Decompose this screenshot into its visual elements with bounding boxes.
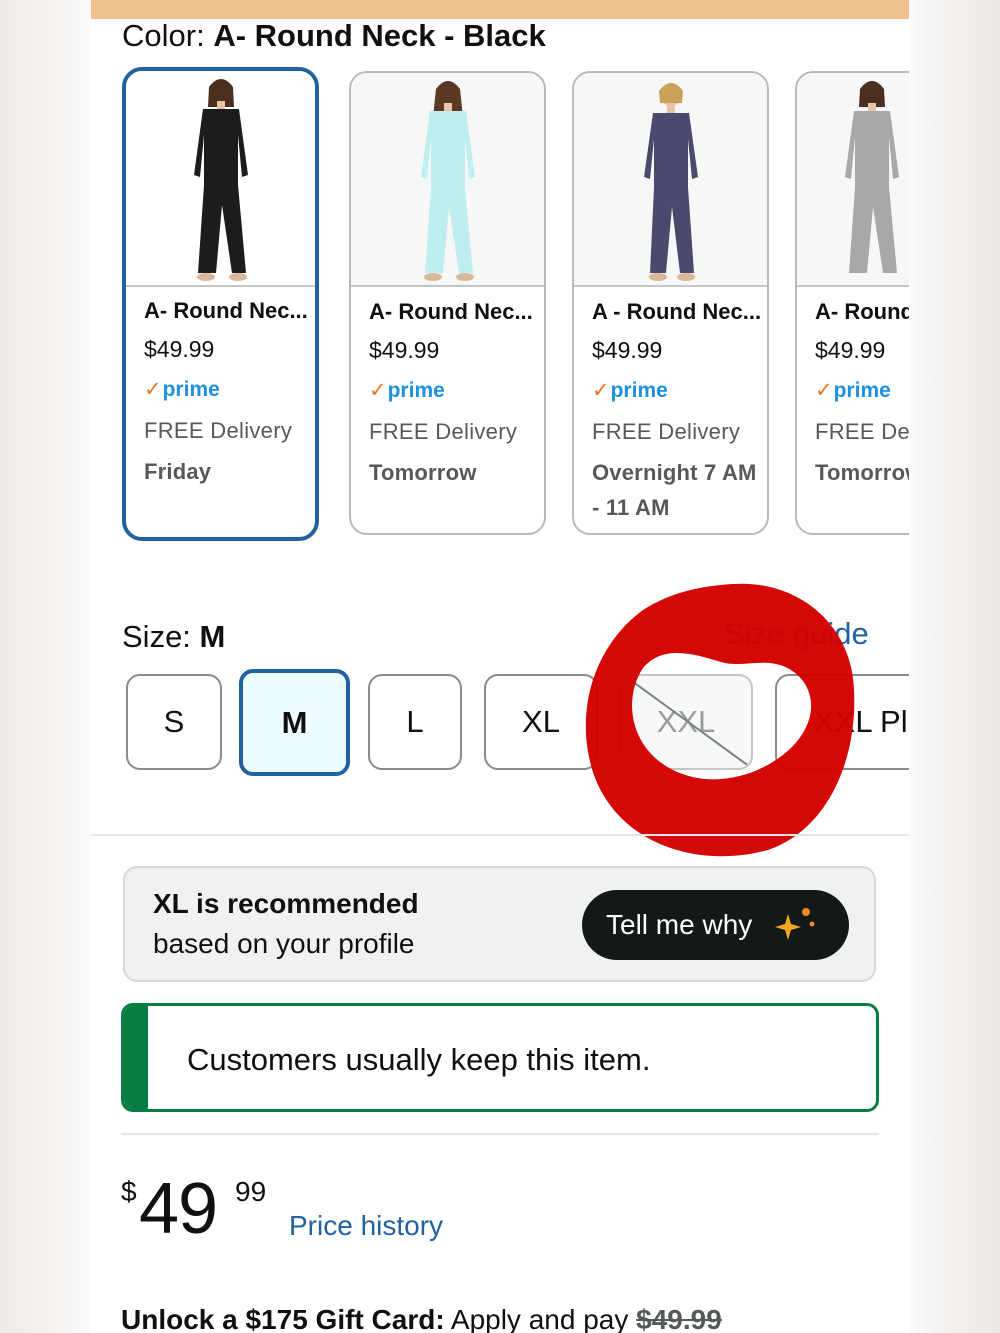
size-button-xl[interactable]: XL: [484, 674, 598, 770]
size-button-xxl-plus[interactable]: XXL Pl: [775, 674, 909, 770]
size-guide-link[interactable]: Size guide: [724, 616, 869, 652]
swatch-price: $49.99: [144, 336, 215, 362]
swatch-delivery-day: Tomorrow: [815, 460, 909, 485]
pajama-figure-icon: [193, 79, 248, 281]
keep-notice-accent-bar: [124, 1006, 148, 1109]
prime-badge: ✓prime: [592, 378, 761, 403]
color-swatch-aqua[interactable]: A- Round Nec... $49.99 ✓prime FREE Deliv…: [349, 71, 546, 535]
swatch-price: $49.99: [815, 337, 886, 363]
color-swatch-gray[interactable]: A- Round $49.99 ✓prime FREE Deli Tomorro…: [795, 71, 909, 535]
swatch-image: [351, 73, 544, 287]
swatch-image: [126, 71, 315, 287]
keep-notice-text: Customers usually keep this item.: [187, 1042, 651, 1077]
size-value: M: [199, 619, 226, 654]
size-label-prefix: Size:: [122, 619, 200, 654]
price-currency: $: [121, 1176, 137, 1207]
size-button-label: S: [163, 704, 185, 739]
color-swatch-black[interactable]: A- Round Nec... $49.99 ✓prime FREE Deliv…: [122, 67, 319, 541]
recommendation-subtitle: based on your profile: [153, 928, 415, 959]
size-button-label: XXL Pl: [814, 704, 908, 739]
swatch-delivery-day: Tomorrow: [369, 460, 477, 485]
size-button-xxl-unavailable[interactable]: XXL: [619, 674, 753, 770]
pajama-figure-icon: [420, 81, 475, 281]
gift-card-text: Apply and pay: [444, 1304, 637, 1333]
swatch-title: A - Round Nec...: [592, 299, 761, 324]
price-whole: 49: [139, 1169, 218, 1249]
tell-me-why-button[interactable]: Tell me why: [582, 890, 849, 960]
top-banner: [91, 0, 909, 19]
prime-label: prime: [387, 379, 445, 402]
size-button-m[interactable]: M: [239, 669, 350, 776]
gift-card-old-price: $49.99: [636, 1304, 722, 1333]
recommendation-title: XL is recommended: [153, 888, 419, 919]
color-swatch-carousel[interactable]: A- Round Nec... $49.99 ✓prime FREE Deliv…: [122, 67, 909, 543]
size-label: Size: M: [122, 619, 225, 655]
prime-check-icon: ✓: [592, 379, 610, 402]
keep-item-notice: Customers usually keep this item.: [121, 1003, 879, 1112]
size-button-label: L: [406, 704, 424, 739]
prime-check-icon: ✓: [144, 378, 162, 401]
color-label: Color: A- Round Neck - Black: [122, 18, 546, 54]
prime-badge: ✓prime: [815, 378, 909, 403]
swatch-title: A- Round Nec...: [144, 298, 308, 323]
prime-check-icon: ✓: [369, 379, 387, 402]
swatch-delivery: FREE Delivery: [144, 418, 293, 443]
prime-badge: ✓prime: [144, 377, 309, 402]
prime-label: prime: [610, 379, 668, 402]
section-divider: [121, 1133, 879, 1135]
color-label-prefix: Color:: [122, 18, 214, 53]
swatch-image: [797, 73, 909, 287]
prime-label: prime: [833, 379, 891, 402]
size-button-l[interactable]: L: [368, 674, 462, 770]
swatch-title: A- Round: [815, 299, 909, 324]
gift-card-headline: Unlock a $175 Gift Card:: [121, 1304, 445, 1333]
swatch-delivery: FREE Delivery: [369, 419, 518, 444]
pajama-figure-icon: [845, 81, 899, 273]
color-swatch-navy[interactable]: A - Round Nec... $49.99 ✓prime FREE Deli…: [572, 71, 769, 535]
prime-badge: ✓prime: [369, 378, 538, 403]
swatch-delivery: FREE Deli: [815, 419, 909, 444]
unavailable-slash: [625, 676, 751, 768]
swatch-price: $49.99: [369, 337, 440, 363]
prime-label: prime: [162, 378, 220, 401]
size-recommendation-card: XL is recommended based on your profile …: [123, 866, 876, 982]
price-fraction: 99: [235, 1176, 267, 1207]
swatch-delivery-day: Friday: [144, 459, 212, 484]
size-button-label: XL: [522, 704, 560, 739]
size-button-label: M: [281, 704, 308, 740]
product-page: Color: A- Round Neck - Black A- Round Ne…: [91, 0, 909, 1333]
size-button-s[interactable]: S: [126, 674, 222, 770]
sparkle-icon: [775, 908, 815, 940]
swatch-price: $49.99: [592, 337, 663, 363]
size-selector[interactable]: S M L XL XXL XXL Pl: [91, 668, 909, 780]
swatch-image: [574, 73, 767, 287]
swatch-delivery-day: Overnight 7 AM - 11 AM: [592, 460, 757, 520]
swatch-title: A- Round Nec...: [369, 299, 533, 324]
pajama-figure-icon: [643, 83, 698, 281]
price-history-link[interactable]: Price history: [289, 1210, 443, 1242]
prime-check-icon: ✓: [815, 379, 833, 402]
tell-me-why-label: Tell me why: [606, 909, 753, 940]
color-value: A- Round Neck - Black: [213, 18, 546, 53]
gift-card-offer[interactable]: Unlock a $175 Gift Card: Apply and pay $…: [121, 1304, 722, 1333]
section-divider: [91, 834, 909, 836]
swatch-delivery: FREE Delivery: [592, 419, 741, 444]
